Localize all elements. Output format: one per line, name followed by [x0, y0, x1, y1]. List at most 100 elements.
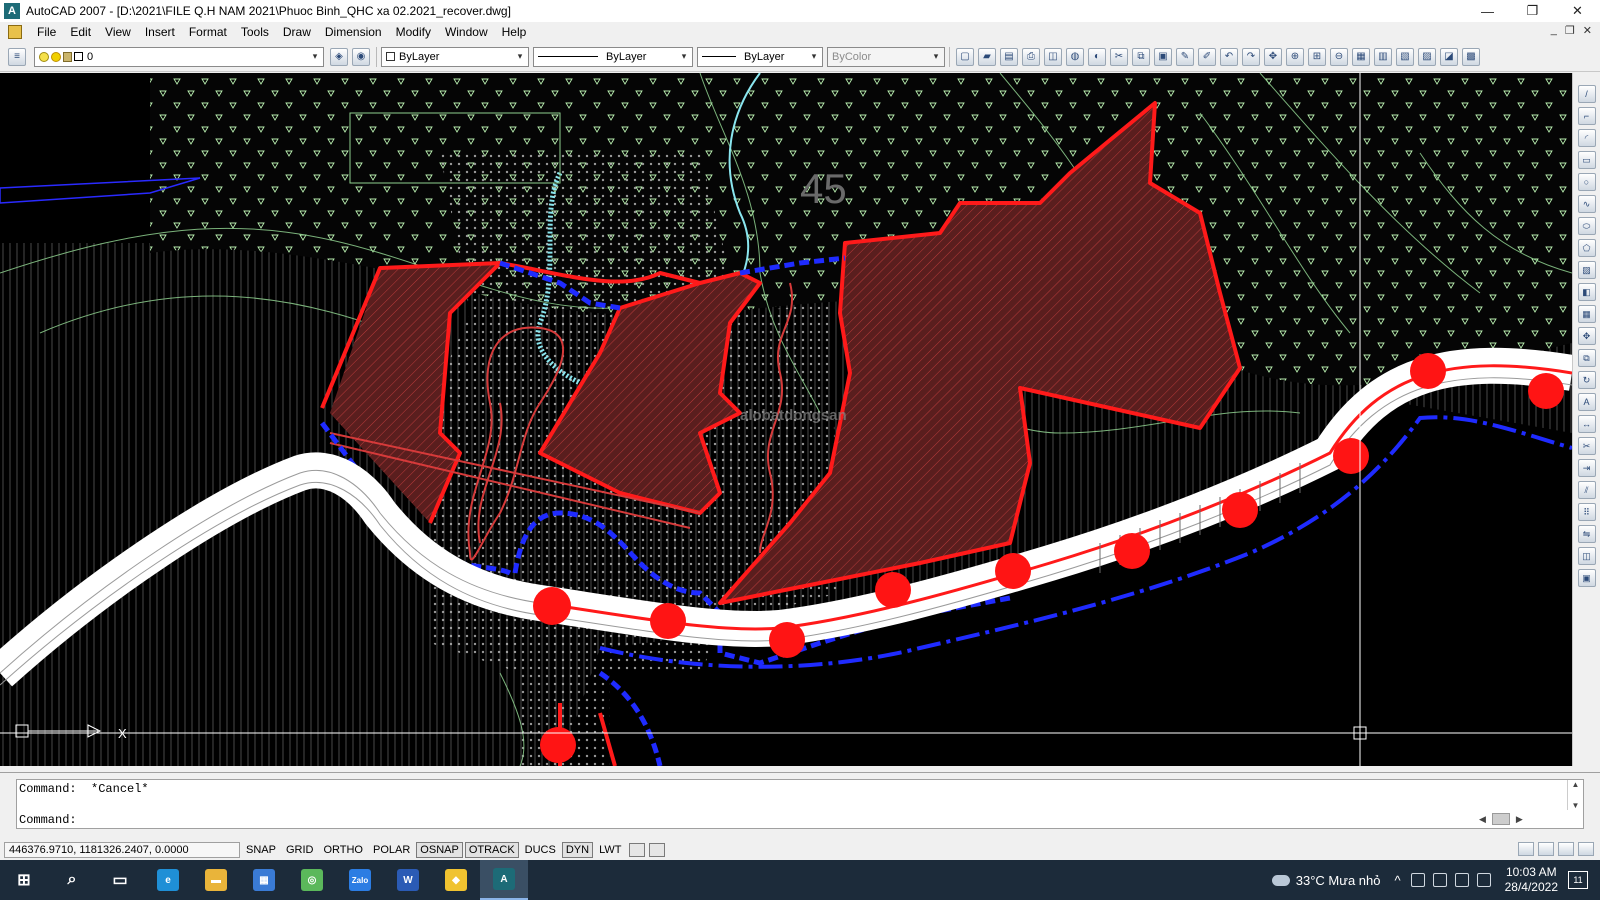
marker[interactable] — [533, 587, 571, 625]
spline-icon[interactable]: ∿ — [1577, 195, 1596, 213]
network-icon[interactable] — [1410, 873, 1425, 887]
extend-icon[interactable]: ⇥ — [1577, 459, 1596, 477]
plotstyle-dropdown[interactable]: ByColor ▾ — [827, 46, 945, 67]
restore-button[interactable]: ❐ — [1510, 0, 1555, 22]
open-file-icon[interactable]: ▰ — [978, 47, 996, 66]
sheet-set-icon[interactable]: ▨ — [1418, 47, 1436, 66]
taskbar-edge-icon[interactable]: e — [144, 860, 192, 900]
taskbar-word-icon[interactable]: W — [384, 860, 432, 900]
communication-center-icon[interactable] — [1518, 842, 1534, 856]
weather-widget[interactable]: 33°C Mưa nhỏ — [1271, 873, 1381, 888]
scroll-up-icon[interactable]: ▲ — [1572, 780, 1580, 789]
tool-palettes-icon[interactable]: ▧ — [1396, 47, 1414, 66]
layer-manager-icon[interactable]: ≡ — [8, 47, 26, 66]
osnap-toggle[interactable]: OSNAP — [416, 842, 463, 858]
lineweight-dropdown[interactable]: ByLayer ▾ — [697, 46, 823, 67]
copy-icon[interactable]: ⧉ — [1132, 47, 1150, 66]
layer-on-icon[interactable] — [39, 51, 49, 62]
taskbar-store-icon[interactable]: ▦ — [240, 860, 288, 900]
polar-toggle[interactable]: POLAR — [369, 842, 414, 858]
zoom-previous-icon[interactable]: ⊖ — [1330, 47, 1348, 66]
doc-minimize-button[interactable]: _ — [1551, 24, 1557, 37]
wifi-icon[interactable] — [1454, 873, 1469, 887]
layer-lock-icon[interactable] — [63, 51, 72, 62]
pan-icon[interactable]: ✥ — [1264, 47, 1282, 66]
chevron-down-icon[interactable]: ▾ — [808, 50, 820, 64]
copy-object-icon[interactable]: ⧉ — [1577, 349, 1596, 367]
markup-icon[interactable]: ◪ — [1440, 47, 1458, 66]
scroll-left-icon[interactable]: ◀ — [1479, 814, 1486, 825]
menu-modify[interactable]: Modify — [389, 25, 438, 39]
rotate-icon[interactable]: ↻ — [1577, 371, 1596, 389]
chevron-down-icon[interactable]: ▾ — [678, 50, 690, 64]
circle-icon[interactable]: ○ — [1577, 173, 1596, 191]
zoom-window-icon[interactable]: ⊞ — [1308, 47, 1326, 66]
menu-format[interactable]: Format — [182, 25, 234, 39]
zoom-realtime-icon[interactable]: ⊕ — [1286, 47, 1304, 66]
document-icon[interactable] — [8, 25, 22, 39]
command-scrollbar[interactable]: ▲ ▼ — [1567, 780, 1583, 810]
rectangle-icon[interactable]: ▭ — [1577, 151, 1596, 169]
doc-restore-button[interactable]: ❐ — [1565, 24, 1575, 37]
table-icon[interactable]: ▦ — [1577, 305, 1596, 323]
taskbar-coccoc-icon[interactable]: ◎ — [288, 860, 336, 900]
marker[interactable] — [995, 553, 1031, 589]
arc-icon[interactable]: ◜ — [1577, 129, 1596, 147]
trim-icon[interactable]: ✂ — [1577, 437, 1596, 455]
color-dropdown[interactable]: ByLayer ▾ — [381, 46, 529, 67]
match-properties-icon[interactable]: ✎ — [1176, 47, 1194, 66]
paper-space-icon[interactable] — [649, 843, 666, 857]
paste-icon[interactable]: ▣ — [1154, 47, 1172, 66]
mirror-icon[interactable]: ⇋ — [1577, 525, 1596, 543]
marker[interactable] — [1333, 438, 1369, 474]
layer-color-icon[interactable] — [74, 51, 83, 61]
offset-icon[interactable]: ⫽ — [1577, 481, 1596, 499]
layer-thaw-icon[interactable] — [51, 51, 61, 62]
marker[interactable] — [650, 603, 686, 639]
line-icon[interactable]: / — [1577, 85, 1596, 103]
doc-close-button[interactable]: ✕ — [1583, 24, 1592, 37]
scroll-thumb[interactable] — [1491, 813, 1510, 825]
marker[interactable] — [769, 622, 805, 658]
save-icon[interactable]: ▤ — [1000, 47, 1018, 66]
taskbar-zalo-icon[interactable]: Zalo — [336, 860, 384, 900]
taskbar-security-icon[interactable]: ◆ — [432, 860, 480, 900]
menu-window[interactable]: Window — [438, 25, 495, 39]
lwt-toggle[interactable]: LWT — [595, 842, 625, 858]
model-space-icon[interactable] — [629, 843, 646, 857]
layer-dropdown[interactable]: 0 ▾ — [34, 46, 324, 67]
ellipse-icon[interactable]: ⬭ — [1577, 217, 1596, 235]
polygon-icon[interactable]: ⬠ — [1577, 239, 1596, 257]
menu-view[interactable]: View — [98, 25, 138, 39]
design-center-icon[interactable]: ▥ — [1374, 47, 1392, 66]
taskbar-autocad-icon[interactable]: A — [480, 860, 528, 900]
volume-icon[interactable] — [1476, 873, 1491, 887]
command-history[interactable]: Command: *Cancel* Command: ▲ ▼ ◀ ▶ — [16, 779, 1584, 829]
taskbar-search-icon[interactable]: ⌕ — [48, 860, 96, 900]
block-icon[interactable]: ▣ — [1577, 569, 1596, 587]
taskbar-task-view-icon[interactable]: ▭ — [96, 860, 144, 900]
layer-previous-icon[interactable]: ◉ — [352, 47, 370, 66]
ducs-toggle[interactable]: DUCS — [521, 842, 560, 858]
snap-toggle[interactable]: SNAP — [242, 842, 280, 858]
taskbar-file-explorer-icon[interactable]: ▬ — [192, 860, 240, 900]
taskbar-start-icon[interactable]: ⊞ — [0, 860, 48, 900]
marker[interactable] — [1114, 533, 1150, 569]
command-horizontal-scrollbar[interactable]: ◀ ▶ — [1479, 812, 1553, 826]
chevron-down-icon[interactable]: ▾ — [514, 50, 526, 64]
move-icon[interactable]: ✥ — [1577, 327, 1596, 345]
properties-icon[interactable]: ▦ — [1352, 47, 1370, 66]
3d-dwf-icon[interactable]: ◐ — [1088, 47, 1106, 66]
grid-toggle[interactable]: GRID — [282, 842, 318, 858]
cut-icon[interactable]: ✂ — [1110, 47, 1128, 66]
redo-icon[interactable]: ↷ — [1242, 47, 1260, 66]
linetype-dropdown[interactable]: ByLayer ▾ — [533, 46, 693, 67]
menu-draw[interactable]: Draw — [276, 25, 318, 39]
marker[interactable] — [1222, 492, 1258, 528]
menu-file[interactable]: File — [30, 25, 63, 39]
dimension-icon[interactable]: ↔ — [1577, 415, 1596, 433]
marker[interactable] — [1528, 373, 1564, 409]
lock-toolbars-icon[interactable] — [1538, 842, 1554, 856]
chevron-down-icon[interactable]: ▾ — [930, 50, 942, 64]
region-icon[interactable]: ◧ — [1577, 283, 1596, 301]
